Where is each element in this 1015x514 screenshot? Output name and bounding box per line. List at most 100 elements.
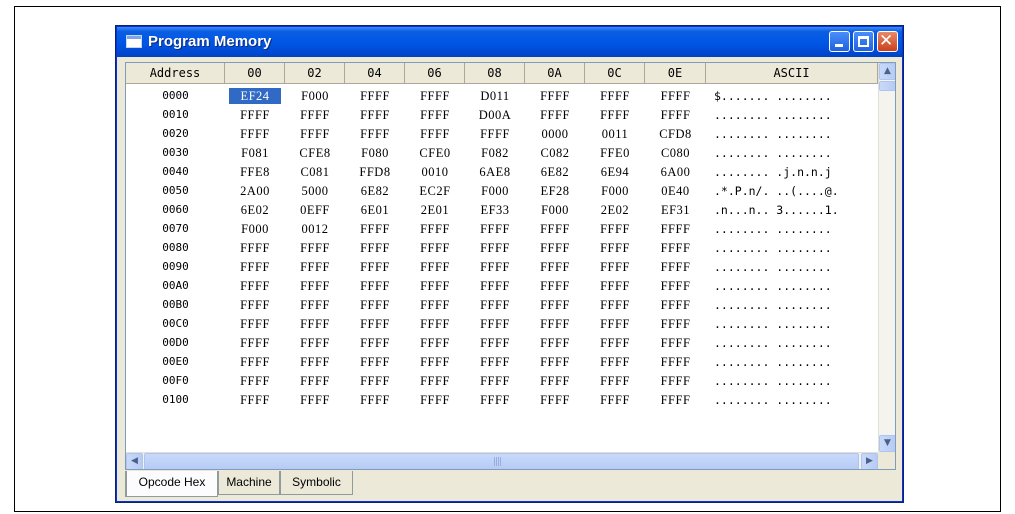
opcode-cell[interactable]: FFFF [289, 354, 341, 370]
opcode-cell[interactable]: FFFF [409, 221, 461, 237]
opcode-cell[interactable]: FFFF [229, 316, 281, 332]
opcode-cell[interactable]: FFFF [589, 88, 641, 104]
opcode-cell[interactable]: FFFF [349, 107, 401, 123]
opcode-cell[interactable]: FFFF [529, 335, 581, 351]
opcode-cell[interactable]: FFFF [469, 221, 521, 237]
opcode-cell[interactable]: FFFF [349, 221, 401, 237]
opcode-cell[interactable]: C081 [289, 164, 341, 180]
opcode-cell[interactable]: 6E01 [349, 202, 401, 218]
opcode-cell[interactable]: EC2F [409, 183, 461, 199]
opcode-cell[interactable]: F000 [529, 202, 581, 218]
opcode-cell[interactable]: FFFF [229, 373, 281, 389]
opcode-cell[interactable]: EF33 [469, 202, 521, 218]
vertical-scrollbar[interactable]: ▲ ▼ [878, 63, 895, 452]
opcode-cell[interactable]: FFFF [409, 354, 461, 370]
opcode-cell[interactable]: FFFF [529, 240, 581, 256]
close-button[interactable]: ✕ [877, 31, 898, 52]
opcode-cell[interactable]: 6E02 [229, 202, 281, 218]
opcode-cell[interactable]: 6E82 [529, 164, 581, 180]
column-header-offset[interactable]: 0C [585, 63, 645, 84]
opcode-cell[interactable]: F000 [589, 183, 641, 199]
opcode-cell[interactable]: FFFF [229, 107, 281, 123]
opcode-cell[interactable]: FFFF [289, 278, 341, 294]
opcode-cell[interactable]: FFFF [649, 221, 702, 237]
opcode-cell[interactable]: FFFF [289, 335, 341, 351]
opcode-cell[interactable]: FFFF [529, 221, 581, 237]
tab-symbolic[interactable]: Symbolic [280, 471, 353, 495]
opcode-cell[interactable]: FFFF [589, 221, 641, 237]
opcode-cell[interactable]: FFFF [529, 297, 581, 313]
column-header-offset[interactable]: 02 [285, 63, 345, 84]
opcode-cell[interactable]: FFFF [229, 240, 281, 256]
memory-grid[interactable]: Address 00 02 04 06 08 0A 0C 0E ASCII 0000 EF24 F00… [125, 62, 896, 470]
opcode-cell[interactable]: FFFF [649, 354, 702, 370]
opcode-cell[interactable]: FFFF [409, 240, 461, 256]
opcode-cell[interactable]: FFFF [289, 107, 341, 123]
scroll-left-button[interactable]: ◀ [126, 453, 143, 469]
opcode-cell[interactable]: 6E82 [349, 183, 401, 199]
column-header-offset[interactable]: 0E [645, 63, 706, 84]
opcode-cell[interactable]: FFFF [409, 297, 461, 313]
opcode-cell[interactable]: FFFF [229, 126, 281, 142]
opcode-cell[interactable]: CFD8 [649, 126, 702, 142]
column-header-offset[interactable]: 00 [225, 63, 285, 84]
opcode-cell[interactable]: FFFF [409, 88, 461, 104]
opcode-cell[interactable]: FFFF [469, 392, 521, 408]
opcode-cell[interactable]: 6E94 [589, 164, 641, 180]
opcode-cell[interactable]: FFFF [649, 373, 702, 389]
opcode-cell[interactable]: FFFF [349, 278, 401, 294]
title-bar[interactable]: Program Memory ✕ [117, 27, 902, 57]
opcode-cell[interactable]: FFFF [289, 297, 341, 313]
opcode-cell[interactable]: FFFF [409, 107, 461, 123]
opcode-cell[interactable]: F080 [349, 145, 401, 161]
opcode-cell[interactable]: F000 [229, 221, 281, 237]
opcode-cell[interactable]: FFFF [469, 373, 521, 389]
opcode-cell[interactable]: FFFF [349, 316, 401, 332]
opcode-cell[interactable]: FFFF [589, 316, 641, 332]
opcode-cell[interactable]: FFFF [529, 278, 581, 294]
opcode-cell[interactable]: FFFF [649, 335, 702, 351]
opcode-cell[interactable]: FFFF [349, 240, 401, 256]
opcode-cell[interactable]: FFFF [349, 126, 401, 142]
opcode-cell[interactable]: FFFF [469, 126, 521, 142]
maximize-button[interactable] [853, 31, 874, 52]
opcode-cell[interactable]: FFFF [349, 373, 401, 389]
opcode-cell[interactable]: FFFF [289, 240, 341, 256]
opcode-cell[interactable]: 0011 [589, 126, 641, 142]
opcode-cell[interactable]: FFFF [409, 316, 461, 332]
opcode-cell[interactable]: FFE0 [589, 145, 641, 161]
minimize-button[interactable] [829, 31, 850, 52]
opcode-cell[interactable]: 0012 [289, 221, 341, 237]
opcode-cell[interactable]: FFFF [469, 354, 521, 370]
opcode-cell[interactable]: EF28 [529, 183, 581, 199]
opcode-cell[interactable]: EF24 [229, 88, 281, 104]
opcode-cell[interactable]: FFFF [229, 354, 281, 370]
opcode-cell[interactable]: 2A00 [229, 183, 281, 199]
opcode-cell[interactable]: FFFF [529, 354, 581, 370]
opcode-cell[interactable]: 0EFF [289, 202, 341, 218]
opcode-cell[interactable]: 6AE8 [469, 164, 521, 180]
column-header-offset[interactable]: 0A [525, 63, 585, 84]
opcode-cell[interactable]: CFE0 [409, 145, 461, 161]
opcode-cell[interactable]: FFFF [409, 126, 461, 142]
opcode-cell[interactable]: FFFF [649, 297, 702, 313]
opcode-cell[interactable]: FFFF [529, 373, 581, 389]
opcode-cell[interactable]: FFFF [589, 259, 641, 275]
opcode-cell[interactable]: FFFF [349, 88, 401, 104]
opcode-cell[interactable]: F082 [469, 145, 521, 161]
opcode-cell[interactable]: FFFF [289, 392, 341, 408]
opcode-cell[interactable]: FFFF [409, 278, 461, 294]
opcode-cell[interactable]: 0010 [409, 164, 461, 180]
column-header-offset[interactable]: 04 [345, 63, 405, 84]
tab-opcode-hex[interactable]: Opcode Hex [125, 471, 218, 497]
scroll-right-button[interactable]: ▶ [861, 453, 878, 469]
opcode-cell[interactable]: D011 [469, 88, 521, 104]
horizontal-scroll-thumb[interactable]: |||| [144, 453, 859, 469]
opcode-cell[interactable]: FFFF [349, 354, 401, 370]
opcode-cell[interactable]: F081 [229, 145, 281, 161]
opcode-cell[interactable]: C082 [529, 145, 581, 161]
opcode-cell[interactable]: FFFF [229, 259, 281, 275]
opcode-cell[interactable]: F000 [289, 88, 341, 104]
opcode-cell[interactable]: FFFF [469, 278, 521, 294]
opcode-cell[interactable]: FFFF [529, 316, 581, 332]
